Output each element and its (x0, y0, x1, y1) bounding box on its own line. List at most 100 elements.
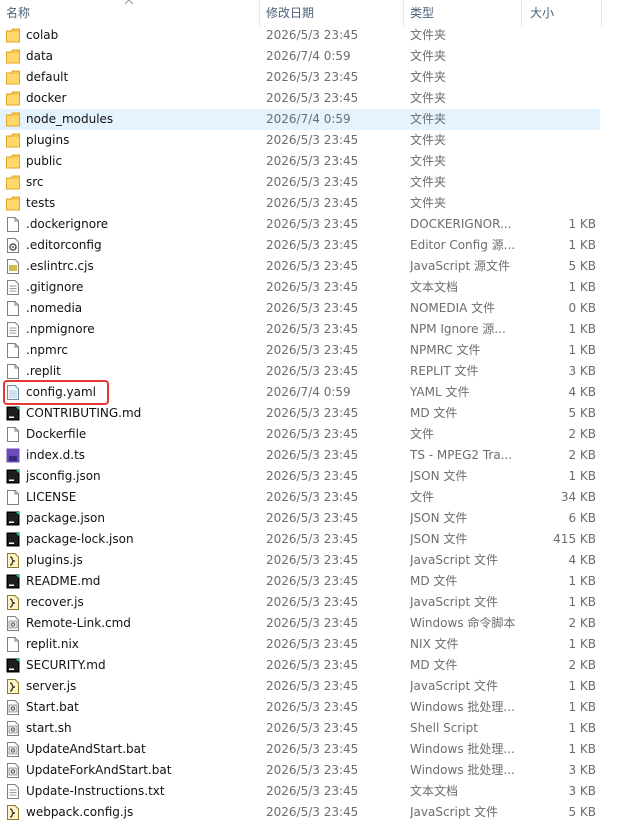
file-row[interactable]: UpdateForkAndStart.bat 2026/5/3 23:45 Wind… (0, 760, 600, 781)
file-row[interactable]: replit.nix 2026/5/3 23:45 NIX 文件 1 KB (0, 634, 600, 655)
file-row[interactable]: Update-Instructions.txt 2026/5/3 23:45 文本文… (0, 781, 600, 802)
folder-icon (6, 70, 20, 85)
folder-row[interactable]: plugins 2026/5/3 23:45 文件夹 (0, 130, 600, 151)
gear-file-icon (7, 238, 19, 253)
js-file-icon (7, 259, 19, 274)
file-row[interactable]: Remote-Link.cmd 2026/5/3 23:45 Windows 命令脚… (0, 613, 600, 634)
folder-row[interactable]: src 2026/5/3 23:45 文件夹 (0, 172, 600, 193)
file-type: REPLIT 文件 (410, 364, 479, 378)
text-file-icon (7, 280, 19, 295)
folder-icon (6, 49, 20, 64)
file-modified-date: 2026/5/3 23:45 (266, 574, 359, 588)
folder-row[interactable]: data 2026/7/4 0:59 文件夹 (0, 46, 600, 67)
column-name-header[interactable]: 名称 (6, 0, 30, 26)
column-modified-header[interactable]: 修改日期 (266, 0, 314, 26)
column-divider[interactable] (521, 0, 522, 26)
file-type: JSON 文件 (410, 469, 468, 483)
file-size (524, 25, 596, 46)
folder-row[interactable]: colab 2026/5/3 23:45 文件夹 (0, 25, 600, 46)
file-row[interactable]: webpack.config.js 2026/5/3 23:45 JavaScrip… (0, 802, 600, 823)
column-size-header[interactable]: 大小 (530, 0, 554, 26)
file-name: .npmrc (26, 343, 68, 357)
file-modified-date: 2026/5/3 23:45 (266, 322, 359, 336)
file-type: TS - MPEG2 Tra... (410, 448, 513, 462)
file-row[interactable]: .dockerignore 2026/5/3 23:45 DOCKERIGNOR..… (0, 214, 600, 235)
file-modified-date: 2026/5/3 23:45 (266, 343, 359, 357)
file-row[interactable]: server.js 2026/5/3 23:45 JavaScript 文件 1 KB (0, 676, 600, 697)
file-size (524, 193, 596, 214)
text-file-icon (7, 784, 19, 799)
column-divider[interactable] (403, 0, 404, 26)
folder-icon (6, 112, 20, 127)
file-name: plugins (26, 133, 70, 147)
file-row[interactable]: .npmignore 2026/5/3 23:45 NPM Ignore 源... 1… (0, 319, 600, 340)
file-row[interactable]: index.d.ts 2026/5/3 23:45 TS - MPEG2 Tra..… (0, 445, 600, 466)
file-row[interactable]: SECURITY.md 2026/5/3 23:45 MD 文件 2 KB (0, 655, 600, 676)
file-type: 文件夹 (410, 175, 447, 189)
file-modified-date: 2026/5/3 23:45 (266, 217, 359, 231)
file-row[interactable]: .eslintrc.cjs 2026/5/3 23:45 JavaScript 源文… (0, 256, 600, 277)
file-row[interactable]: .npmrc 2026/5/3 23:45 NPMRC 文件 1 KB (0, 340, 600, 361)
file-name: src (26, 175, 44, 189)
file-size (524, 46, 596, 67)
file-modified-date: 2026/5/3 23:45 (266, 616, 359, 630)
file-size (524, 172, 596, 193)
file-row[interactable]: config.yaml 2026/7/4 0:59 YAML 文件 4 KB (0, 382, 600, 403)
folder-icon (6, 91, 20, 106)
file-name: replit.nix (26, 637, 79, 651)
file-name: tests (26, 196, 56, 210)
file-row[interactable]: package-lock.json 2026/5/3 23:45 JSON 文件 41… (0, 529, 600, 550)
file-size: 1 KB (568, 637, 596, 651)
file-size: 3 KB (568, 763, 596, 777)
file-row[interactable]: .replit 2026/5/3 23:45 REPLIT 文件 3 KB (0, 361, 600, 382)
file-modified-date: 2026/5/3 23:45 (266, 511, 359, 525)
file-name: data (26, 49, 54, 63)
folder-row[interactable]: tests 2026/5/3 23:45 文件夹 (0, 193, 600, 214)
file-row[interactable]: recover.js 2026/5/3 23:45 JavaScript 文件 1 K… (0, 592, 600, 613)
file-type: Windows 批处理... (410, 742, 515, 756)
file-name: package-lock.json (26, 532, 134, 546)
folder-row[interactable]: docker 2026/5/3 23:45 文件夹 (0, 88, 600, 109)
file-type: 文件 (410, 490, 435, 504)
file-row[interactable]: package.json 2026/5/3 23:45 JSON 文件 6 KB (0, 508, 600, 529)
file-size: 1 KB (568, 700, 596, 714)
file-row[interactable]: plugins.js 2026/5/3 23:45 JavaScript 文件 4 K… (0, 550, 600, 571)
file-row[interactable]: .editorconfig 2026/5/3 23:45 Editor Config… (0, 235, 600, 256)
file-modified-date: 2026/5/3 23:45 (266, 280, 359, 294)
file-type: YAML 文件 (410, 385, 470, 399)
file-row[interactable]: LICENSE 2026/5/3 23:45 文件 34 KB (0, 487, 600, 508)
file-size: 415 KB (553, 532, 596, 546)
folder-row[interactable]: node_modules 2026/7/4 0:59 文件夹 (0, 109, 600, 130)
file-row[interactable]: .nomedia 2026/5/3 23:45 NOMEDIA 文件 0 KB (0, 298, 600, 319)
file-size: 4 KB (568, 553, 596, 567)
file-type: JavaScript 文件 (410, 679, 498, 693)
file-size: 5 KB (568, 805, 596, 819)
file-row[interactable]: Dockerfile 2026/5/3 23:45 文件 2 KB (0, 424, 600, 445)
file-row[interactable]: Start.bat 2026/5/3 23:45 Windows 批处理... 1 K… (0, 697, 600, 718)
folder-row[interactable]: default 2026/5/3 23:45 文件夹 (0, 67, 600, 88)
file-name: node_modules (26, 112, 114, 126)
file-row[interactable]: start.sh 2026/5/3 23:45 Shell Script 1 KB (0, 718, 600, 739)
file-row[interactable]: README.md 2026/5/3 23:45 MD 文件 1 KB (0, 571, 600, 592)
file-type: 文件夹 (410, 133, 447, 147)
file-modified-date: 2026/5/3 23:45 (266, 175, 359, 189)
file-name: UpdateForkAndStart.bat (26, 763, 172, 777)
file-name: LICENSE (26, 490, 77, 504)
folder-icon (6, 28, 20, 43)
file-modified-date: 2026/5/3 23:45 (266, 133, 359, 147)
column-type-header[interactable]: 类型 (410, 0, 434, 26)
file-row[interactable]: CONTRIBUTING.md 2026/5/3 23:45 MD 文件 5 KB (0, 403, 600, 424)
file-type: 文件夹 (410, 154, 447, 168)
file-size: 5 KB (568, 406, 596, 420)
file-type: Windows 批处理... (410, 763, 515, 777)
file-type: 文本文档 (410, 784, 459, 798)
file-row[interactable]: jsconfig.json 2026/5/3 23:45 JSON 文件 1 KB (0, 466, 600, 487)
file-type: 文件 (410, 427, 435, 441)
folder-row[interactable]: public 2026/5/3 23:45 文件夹 (0, 151, 600, 172)
file-modified-date: 2026/5/3 23:45 (266, 196, 359, 210)
file-row[interactable]: UpdateAndStart.bat 2026/5/3 23:45 Windows … (0, 739, 600, 760)
column-divider[interactable] (259, 0, 260, 26)
file-size: 1 KB (568, 280, 596, 294)
file-row[interactable]: .gitignore 2026/5/3 23:45 文本文档 1 KB (0, 277, 600, 298)
column-divider[interactable] (601, 0, 602, 26)
